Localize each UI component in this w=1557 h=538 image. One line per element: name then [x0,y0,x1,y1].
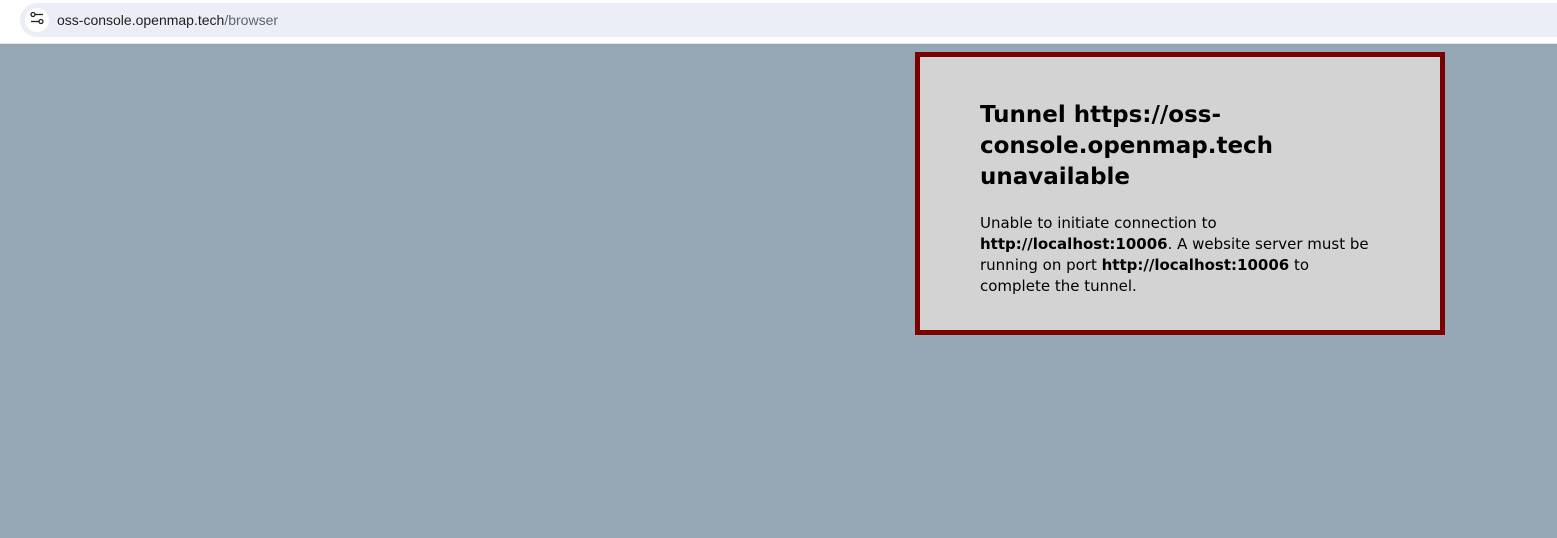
page-content: Tunnel https://oss-console.openmap.tech … [0,44,1557,538]
site-info-button[interactable] [25,8,49,32]
address-bar[interactable]: oss-console.openmap.tech/browser [20,3,1557,37]
browser-toolbar: oss-console.openmap.tech/browser [0,0,1557,44]
error-message-text-1: Unable to initiate connection to [980,214,1217,232]
url-text[interactable]: oss-console.openmap.tech/browser [57,11,278,29]
tune-icon [30,11,44,30]
error-message: Unable to initiate connection to http://… [980,213,1370,297]
error-localhost-url-2: http://localhost:10006 [1101,256,1290,274]
url-path: /browser [224,12,279,28]
url-host: oss-console.openmap.tech [57,12,225,28]
error-title: Tunnel https://oss-console.openmap.tech … [980,102,1274,190]
error-localhost-url-1: http://localhost:10006 [980,235,1168,253]
tunnel-error-box: Tunnel https://oss-console.openmap.tech … [915,52,1445,335]
